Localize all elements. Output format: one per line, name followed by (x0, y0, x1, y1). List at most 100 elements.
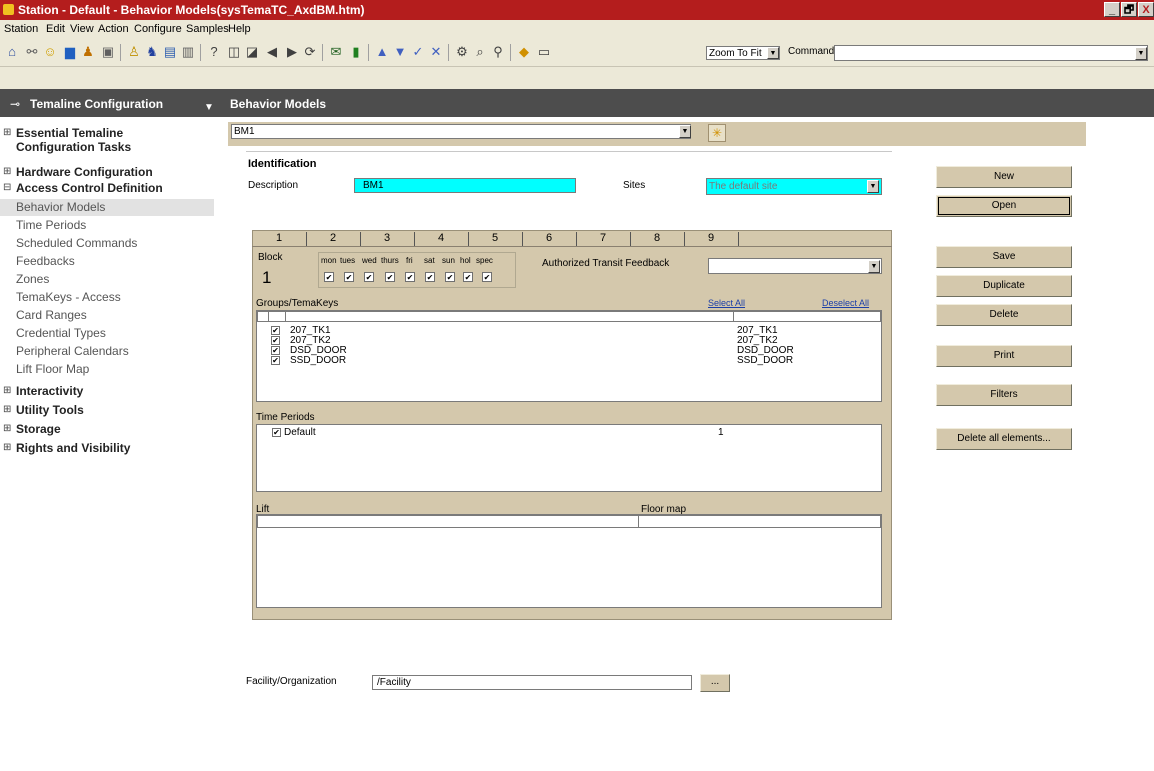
tab-9[interactable]: 9 (708, 232, 714, 244)
settings-icon[interactable]: ⚙ (454, 44, 470, 60)
nav-storage[interactable]: Storage (16, 422, 61, 436)
menu-action[interactable]: Action (98, 23, 129, 35)
description-field[interactable]: BM1 (354, 178, 576, 193)
sidebar-item-credential-types[interactable]: Credential Types (16, 326, 106, 340)
move-up-icon[interactable]: ▲ (374, 44, 390, 60)
sidebar-item-lift-floor-map[interactable]: Lift Floor Map (16, 362, 89, 376)
delete-button[interactable]: Delete (936, 304, 1072, 326)
minimize-button[interactable]: _ (1104, 2, 1120, 17)
deselect-all-link[interactable]: Deselect All (822, 298, 869, 308)
menu-configure[interactable]: Configure (134, 23, 182, 35)
nav-essential-tasks[interactable]: Essential Temaline Configuration Tasks (16, 126, 186, 154)
sidebar-item-behavior-models[interactable]: Behavior Models (16, 200, 105, 214)
sidebar-item-scheduled-commands[interactable]: Scheduled Commands (16, 236, 137, 250)
menu-samples[interactable]: Samples (186, 23, 229, 35)
check-icon[interactable]: ✓ (410, 44, 426, 60)
sidebar-item-temakeys-access[interactable]: TemaKeys - Access (16, 290, 121, 304)
find-icon[interactable]: ⌕ (472, 44, 488, 60)
row-checkbox[interactable]: ✔ (271, 346, 280, 355)
nav-title[interactable]: Temaline Configuration (30, 97, 163, 111)
tab-1[interactable]: 1 (276, 232, 282, 244)
maximize-button[interactable]: 🗗 (1121, 2, 1137, 17)
chevron-down-icon[interactable]: ▼ (867, 180, 879, 193)
nav-utility-tools[interactable]: Utility Tools (16, 403, 84, 417)
day-checkbox-tues[interactable]: ✔ (344, 272, 354, 282)
day-checkbox-sat[interactable]: ✔ (425, 272, 435, 282)
tab-4[interactable]: 4 (438, 232, 444, 244)
tab-3[interactable]: 3 (384, 232, 390, 244)
chevron-down-icon[interactable]: ▼ (767, 47, 779, 59)
sidebar-item-zones[interactable]: Zones (16, 272, 49, 286)
grid-icon[interactable]: ▥ (180, 44, 196, 60)
menu-view[interactable]: View (70, 23, 94, 35)
day-checkbox-fri[interactable]: ✔ (405, 272, 415, 282)
chevron-down-icon[interactable]: ▼ (1135, 47, 1147, 60)
database-icon[interactable]: ▤ (162, 44, 178, 60)
tree-icon[interactable]: ⌂ (4, 44, 20, 60)
day-checkbox-mon[interactable]: ✔ (324, 272, 334, 282)
day-checkbox-wed[interactable]: ✔ (364, 272, 374, 282)
new-model-button[interactable]: ✳ (708, 124, 726, 142)
forward-icon[interactable]: ▶ (284, 44, 300, 60)
user-icon[interactable]: ☺ (42, 44, 58, 60)
column-header[interactable] (268, 311, 286, 322)
browse-facility-button[interactable]: ... (700, 674, 730, 692)
sidebar-item-peripheral-calendars[interactable]: Peripheral Calendars (16, 344, 129, 358)
expand-icon[interactable]: ⊞ (3, 166, 11, 177)
tab-7[interactable]: 7 (600, 232, 606, 244)
column-header[interactable] (285, 311, 734, 322)
people-icon[interactable]: ♞ (144, 44, 160, 60)
row-checkbox[interactable]: ✔ (272, 428, 281, 437)
filters-button[interactable]: Filters (936, 384, 1072, 406)
chevron-down-icon[interactable]: ▼ (679, 125, 691, 138)
list-item[interactable]: SSD_DOOR (290, 356, 346, 366)
command-input[interactable]: ▼ (834, 45, 1148, 61)
chevron-down-icon[interactable]: ▼ (204, 102, 214, 113)
back-icon[interactable]: ◀ (264, 44, 280, 60)
mail-icon[interactable]: ✉ (328, 44, 344, 60)
new-button[interactable]: New (936, 166, 1072, 188)
collapse-icon[interactable]: ⊟ (3, 182, 11, 193)
upload-window-icon[interactable]: ◪ (244, 44, 260, 60)
nav-hardware-configuration[interactable]: Hardware Configuration (16, 165, 153, 179)
day-checkbox-thurs[interactable]: ✔ (385, 272, 395, 282)
cancel-icon[interactable]: ✕ (428, 44, 444, 60)
column-header[interactable] (257, 515, 639, 528)
expand-icon[interactable]: ⊞ (3, 423, 11, 434)
zoom-icon[interactable]: ⚲ (490, 44, 506, 60)
column-header[interactable] (638, 515, 881, 528)
building-icon[interactable]: ▆ (62, 44, 78, 60)
tab-6[interactable]: 6 (546, 232, 552, 244)
close-button[interactable]: X (1138, 2, 1154, 17)
list-item[interactable]: Default (284, 428, 316, 438)
bars-icon[interactable]: ▮ (348, 44, 364, 60)
diamond-icon[interactable]: ◆ (516, 44, 532, 60)
authorized-transit-feedback-select[interactable] (708, 258, 882, 274)
facility-field[interactable]: /Facility (372, 675, 692, 690)
window-icon[interactable]: ▣ (100, 44, 116, 60)
menu-station[interactable]: Station (4, 23, 38, 35)
expand-icon[interactable]: ⊞ (3, 404, 11, 415)
sidebar-item-feedbacks[interactable]: Feedbacks (16, 254, 75, 268)
open-button[interactable]: Open (936, 195, 1072, 217)
move-down-icon[interactable]: ▼ (392, 44, 408, 60)
row-checkbox[interactable]: ✔ (271, 356, 280, 365)
delete-all-elements-button[interactable]: Delete all elements... (936, 428, 1072, 450)
select-all-link[interactable]: Select All (708, 298, 745, 308)
sidebar-item-time-periods[interactable]: Time Periods (16, 218, 86, 232)
expand-icon[interactable]: ⊞ (3, 385, 11, 396)
expand-icon[interactable]: ⊞ (3, 127, 11, 138)
print-button[interactable]: Print (936, 345, 1072, 367)
tab-5[interactable]: 5 (492, 232, 498, 244)
tab-8[interactable]: 8 (654, 232, 660, 244)
tab-2[interactable]: 2 (330, 232, 336, 244)
screen-icon[interactable]: ▭ (536, 44, 552, 60)
day-checkbox-sun[interactable]: ✔ (445, 272, 455, 282)
edit-window-icon[interactable]: ◫ (226, 44, 242, 60)
row-checkbox[interactable]: ✔ (271, 326, 280, 335)
person-icon[interactable]: ♙ (126, 44, 142, 60)
behavior-model-select[interactable]: BM1 (231, 124, 691, 139)
day-checkbox-hol[interactable]: ✔ (463, 272, 473, 282)
chevron-down-icon[interactable]: ▼ (868, 260, 880, 273)
group-icon[interactable]: ♟ (80, 44, 96, 60)
